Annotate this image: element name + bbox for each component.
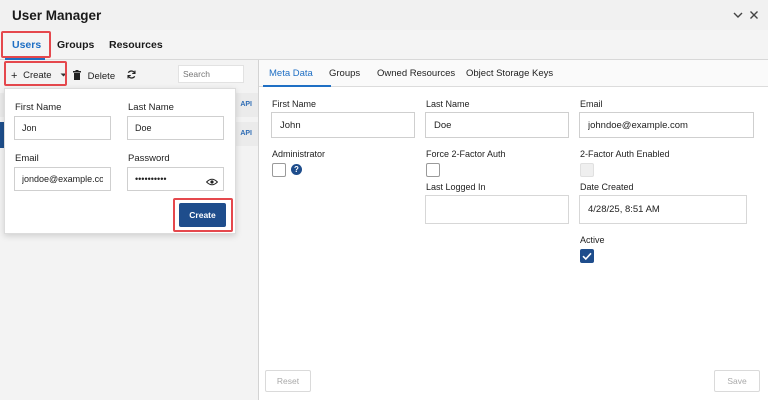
tab-groups[interactable]: Groups: [57, 39, 94, 51]
save-button[interactable]: Save: [714, 370, 760, 392]
date-created-value: 4/28/25, 8:51 AM: [588, 204, 660, 215]
api-tag: API: [240, 101, 252, 108]
tab-resources[interactable]: Resources: [109, 39, 163, 51]
delete-label: Delete: [87, 71, 116, 82]
trash-icon: [73, 70, 81, 80]
last-logged-in-field: [425, 195, 569, 224]
main-tabs: Users Groups Resources: [0, 30, 768, 60]
active-detail-tab-indicator: [263, 85, 331, 87]
date-created-label: Date Created: [580, 182, 634, 192]
reset-button[interactable]: Reset: [265, 370, 311, 392]
first-name-field[interactable]: [271, 112, 415, 138]
chevron-down-icon[interactable]: [732, 9, 744, 21]
tab-owned-resources[interactable]: Owned Resources: [377, 68, 455, 79]
last-name-label: Last Name: [426, 99, 470, 109]
force-2fa-checkbox[interactable]: [426, 163, 440, 177]
popup-last-name-field[interactable]: [127, 116, 224, 140]
administrator-label: Administrator: [272, 149, 326, 159]
administrator-checkbox[interactable]: [272, 163, 286, 177]
eye-icon[interactable]: [206, 178, 218, 186]
tab-object-storage-keys[interactable]: Object Storage Keys: [466, 68, 553, 79]
checkmark-icon: [582, 252, 592, 261]
popup-first-name-field[interactable]: [14, 116, 111, 140]
delete-button[interactable]: Delete: [73, 69, 116, 82]
last-logged-in-label: Last Logged In: [426, 182, 486, 192]
create-menu-highlight: [4, 61, 67, 86]
api-tag: API: [240, 130, 252, 137]
popup-first-name-label: First Name: [15, 102, 62, 113]
close-icon[interactable]: [748, 9, 760, 21]
popup-email-label: Email: [15, 153, 39, 164]
popup-email-field[interactable]: [14, 167, 111, 191]
password-value: ••••••••••: [135, 174, 167, 184]
active-checkbox[interactable]: [580, 249, 594, 263]
force-2fa-label: Force 2-Factor Auth: [426, 149, 506, 159]
users-tab-highlight: [1, 31, 51, 58]
tab-meta-data[interactable]: Meta Data: [269, 68, 313, 79]
create-button-highlight: [173, 198, 233, 232]
date-created-field: 4/28/25, 8:51 AM: [579, 195, 747, 224]
first-name-label: First Name: [272, 99, 317, 109]
email-field[interactable]: [579, 112, 754, 138]
email-label: Email: [580, 99, 603, 109]
detail-tabs: Meta Data Groups Owned Resources Object …: [259, 60, 768, 87]
2fa-enabled-checkbox: [580, 163, 594, 177]
title-bar: User Manager: [0, 0, 768, 30]
refresh-icon[interactable]: [126, 69, 137, 80]
window-title: User Manager: [12, 8, 102, 23]
last-name-field[interactable]: [425, 112, 569, 138]
popup-password-label: Password: [128, 153, 170, 164]
tab-groups-detail[interactable]: Groups: [329, 68, 360, 79]
search-input[interactable]: [178, 65, 244, 83]
active-label: Active: [580, 235, 605, 245]
popup-last-name-label: Last Name: [128, 102, 174, 113]
help-icon[interactable]: ?: [291, 164, 302, 175]
panel-divider: [258, 60, 259, 400]
2fa-enabled-label: 2-Factor Auth Enabled: [580, 149, 670, 159]
